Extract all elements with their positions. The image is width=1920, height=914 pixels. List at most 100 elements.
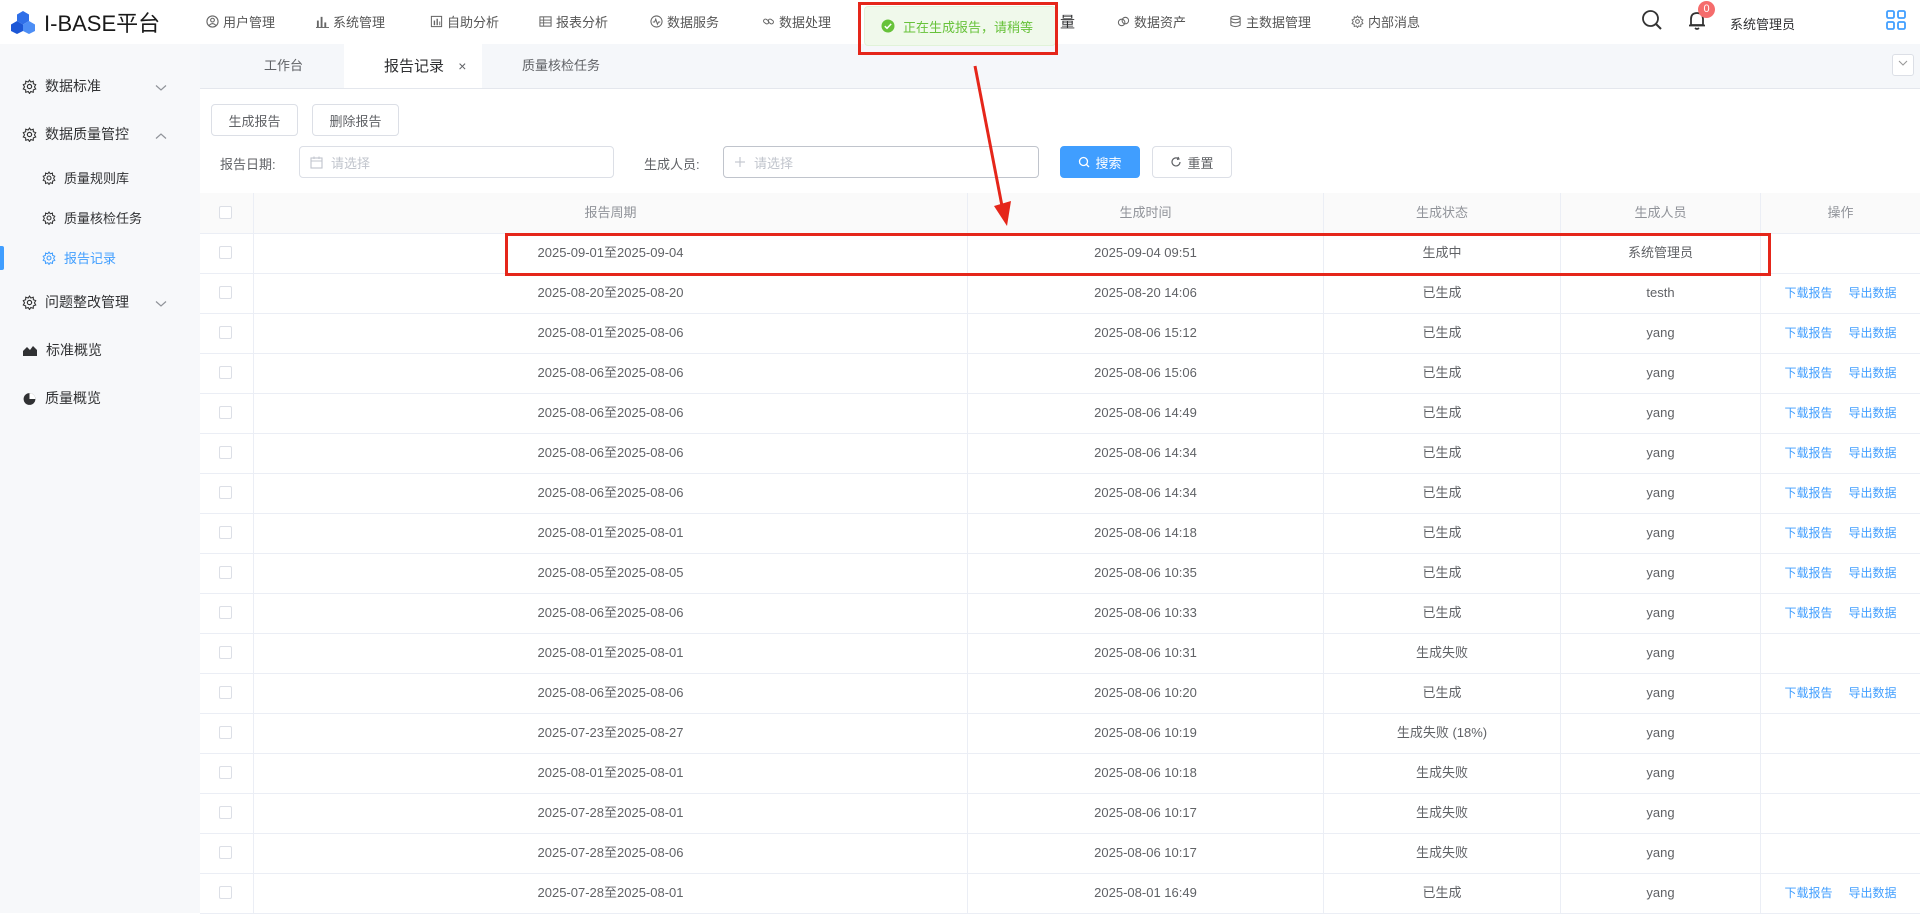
nav-user-management[interactable]: 用户管理: [206, 12, 275, 31]
row-checkbox[interactable]: [219, 886, 232, 899]
sidebar-item-quality-overview[interactable]: 质量概览: [22, 388, 101, 408]
export-data-link[interactable]: 导出数据: [1849, 286, 1897, 300]
button-label: 生成报告: [228, 113, 281, 129]
report-date-picker[interactable]: 请选择: [299, 146, 614, 178]
download-report-link[interactable]: 下载报告: [1784, 526, 1832, 540]
close-icon[interactable]: ×: [458, 58, 466, 74]
row-checkbox[interactable]: [219, 766, 232, 779]
app-grid-icon[interactable]: [1885, 9, 1907, 31]
row-select-cell: [200, 673, 254, 713]
cell-actions: 下载报告 导出数据: [1761, 553, 1920, 593]
generate-report-button[interactable]: 生成报告: [211, 104, 298, 136]
select-all-checkbox[interactable]: [219, 206, 232, 219]
export-data-link[interactable]: 导出数据: [1849, 526, 1897, 540]
nav-label: 系统管理: [333, 15, 386, 30]
nav-label: 量: [1060, 14, 1076, 31]
cell-time: 2025-08-06 10:20: [968, 673, 1324, 713]
nav-data-quality[interactable]: 量: [1060, 11, 1075, 32]
search-button[interactable]: 搜索: [1060, 146, 1140, 178]
download-report-link[interactable]: 下载报告: [1784, 486, 1832, 500]
sidebar-item-rule-library[interactable]: 质量规则库: [42, 168, 129, 187]
row-checkbox[interactable]: [219, 286, 232, 299]
nav-internal-message[interactable]: 内部消息: [1351, 12, 1420, 31]
notification-bell[interactable]: 0: [1686, 1, 1715, 34]
export-data-link[interactable]: 导出数据: [1849, 446, 1897, 460]
row-checkbox[interactable]: [219, 366, 232, 379]
export-data-link[interactable]: 导出数据: [1849, 566, 1897, 580]
nav-data-processing[interactable]: 数据处理: [762, 12, 831, 31]
row-checkbox[interactable]: [219, 486, 232, 499]
row-checkbox[interactable]: [219, 526, 232, 539]
cell-status: 已生成: [1324, 673, 1561, 713]
current-user[interactable]: 系统管理员: [1730, 14, 1795, 33]
nav-data-service[interactable]: 数据服务: [650, 12, 719, 31]
download-report-link[interactable]: 下载报告: [1784, 886, 1832, 900]
export-data-link[interactable]: 导出数据: [1849, 886, 1897, 900]
sidebar-item-data-standard[interactable]: 数据标准: [22, 76, 101, 96]
cell-period: 2025-08-01至2025-08-06: [254, 313, 968, 353]
cell-time: 2025-08-20 14:06: [968, 273, 1324, 313]
export-data-link[interactable]: 导出数据: [1849, 486, 1897, 500]
row-checkbox[interactable]: [219, 246, 232, 259]
tab-workbench[interactable]: 工作台: [264, 44, 303, 88]
download-report-link[interactable]: 下载报告: [1784, 446, 1832, 460]
cell-actions: [1761, 233, 1920, 273]
row-checkbox[interactable]: [219, 606, 232, 619]
delete-report-button[interactable]: 删除报告: [312, 104, 399, 136]
export-data-link[interactable]: 导出数据: [1849, 366, 1897, 380]
chevron-down-icon[interactable]: [155, 300, 167, 308]
row-checkbox[interactable]: [219, 326, 232, 339]
row-checkbox[interactable]: [219, 406, 232, 419]
row-checkbox[interactable]: [219, 686, 232, 699]
download-report-link[interactable]: 下载报告: [1784, 406, 1832, 420]
reset-button[interactable]: 重置: [1152, 146, 1232, 178]
chevron-up-icon[interactable]: [155, 132, 167, 140]
nav-label: 内部消息: [1368, 15, 1421, 30]
download-report-link[interactable]: 下载报告: [1784, 366, 1832, 380]
sidebar-item-inspection-task[interactable]: 质量核检任务: [42, 208, 142, 227]
nav-system-management[interactable]: 系统管理: [316, 12, 385, 31]
search-icon[interactable]: [1640, 8, 1664, 32]
sidebar-item-standard-overview[interactable]: 标准概览: [22, 340, 102, 360]
tab-report-records[interactable]: 报告记录 ×: [344, 44, 482, 88]
column-header: 生成人员: [1561, 193, 1761, 233]
nav-master-data[interactable]: 主数据管理: [1229, 12, 1311, 31]
nav-data-assets[interactable]: 数据资产: [1117, 12, 1186, 31]
download-report-link[interactable]: 下载报告: [1784, 606, 1832, 620]
export-data-link[interactable]: 导出数据: [1849, 606, 1897, 620]
row-checkbox[interactable]: [219, 646, 232, 659]
row-checkbox[interactable]: [219, 446, 232, 459]
export-data-link[interactable]: 导出数据: [1849, 326, 1897, 340]
sidebar-item-quality-control[interactable]: 数据质量管控: [22, 124, 129, 144]
cell-user: yang: [1561, 753, 1761, 793]
toast-message: 正在生成报告，请稍等: [903, 19, 1034, 35]
download-report-link[interactable]: 下载报告: [1784, 286, 1832, 300]
sidebar-item-issue-rectification[interactable]: 问题整改管理: [22, 292, 129, 312]
sidebar-item-label: 标准概览: [46, 342, 102, 358]
coins-icon: [1117, 16, 1130, 27]
tab-dropdown[interactable]: [1892, 54, 1914, 76]
export-data-link[interactable]: 导出数据: [1849, 406, 1897, 420]
row-checkbox[interactable]: [219, 846, 232, 859]
cell-time: 2025-08-06 10:17: [968, 833, 1324, 873]
tab-inspection-task[interactable]: 质量核检任务: [522, 44, 600, 88]
row-checkbox[interactable]: [219, 726, 232, 739]
cell-period: 2025-08-01至2025-08-01: [254, 633, 968, 673]
row-checkbox[interactable]: [219, 806, 232, 819]
column-header: 操作: [1827, 205, 1854, 220]
bar-chart-icon: [316, 16, 329, 28]
nav-report-analysis[interactable]: 报表分析: [539, 12, 608, 31]
export-data-link[interactable]: 导出数据: [1849, 686, 1897, 700]
cell-actions: 下载报告 导出数据: [1761, 353, 1920, 393]
download-report-link[interactable]: 下载报告: [1784, 566, 1832, 580]
chevron-down-icon[interactable]: [155, 84, 167, 92]
app-logo[interactable]: I-BASE平台: [10, 6, 160, 38]
cell-time: 2025-08-06 14:18: [968, 513, 1324, 553]
row-checkbox[interactable]: [219, 566, 232, 579]
nav-self-analysis[interactable]: 自助分析: [430, 12, 499, 31]
cell-actions: [1761, 633, 1920, 673]
download-report-link[interactable]: 下载报告: [1784, 686, 1832, 700]
sidebar-item-report-records[interactable]: 报告记录: [42, 248, 116, 267]
download-report-link[interactable]: 下载报告: [1784, 326, 1832, 340]
cell-time: 2025-08-06 15:12: [968, 313, 1324, 353]
